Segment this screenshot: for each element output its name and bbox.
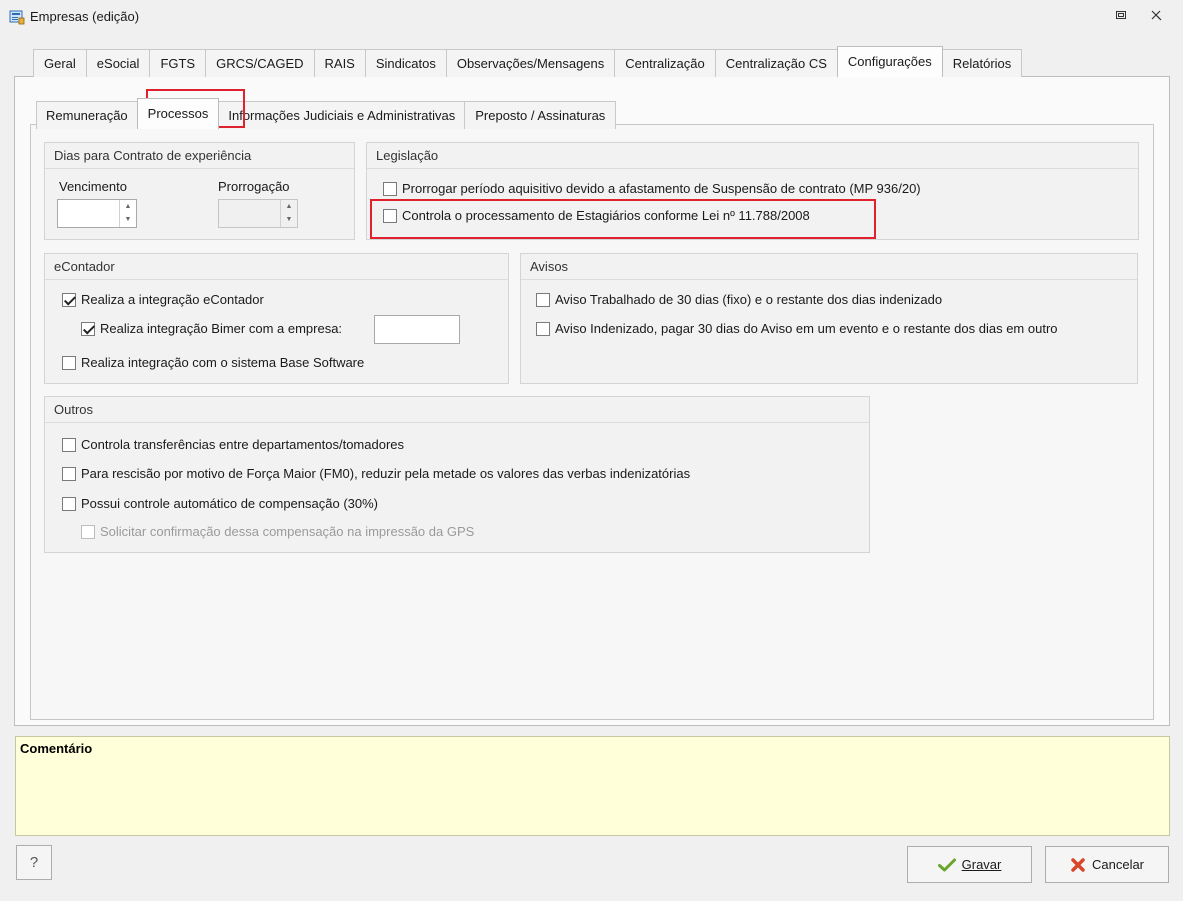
checkbox-label: Aviso Trabalhado de 30 dias (fixo) e o r… — [555, 292, 943, 307]
checkbox-box[interactable] — [383, 181, 397, 196]
cancelar-label: Cancelar — [1091, 857, 1145, 872]
checkbox-box[interactable] — [62, 292, 76, 307]
help-button[interactable]: ? — [16, 845, 52, 880]
checkbox-label: Realiza integração Bimer com a empresa: — [100, 321, 343, 336]
group-title: Dias para Contrato de experiência — [45, 143, 354, 169]
title-bar — [0, 0, 1183, 34]
group-title: eContador — [45, 254, 508, 280]
checkbox-label: Prorrogar período aquisitivo devido a af… — [402, 181, 921, 196]
tab-observacoes-mensagens[interactable]: Observações/Mensagens — [445, 49, 616, 77]
check-icon — [937, 858, 956, 872]
tab-centralizacao-cs[interactable]: Centralização CS — [714, 49, 838, 77]
tab-geral[interactable]: Geral — [33, 49, 87, 77]
tab-processos[interactable]: Processos — [136, 98, 220, 129]
checkbox-label: Controla transferências entre departamen… — [81, 437, 405, 452]
restore-icon[interactable] — [1113, 9, 1129, 25]
main-tab-bar: Geral eSocial FGTS GRCS/CAGED RAIS Sindi… — [33, 46, 1023, 77]
comment-area[interactable]: Comentário — [15, 736, 1170, 836]
checkbox-forca-maior[interactable]: Para rescisão por motivo de Força Maior … — [62, 466, 690, 481]
group-econtador: eContador Realiza a integração eContador… — [44, 253, 509, 384]
checkbox-controle-compensacao[interactable]: Possui controle automático de compensaçã… — [62, 496, 378, 511]
checkbox-box[interactable] — [62, 496, 76, 511]
checkbox-integracao-econtador[interactable]: Realiza a integração eContador — [62, 292, 264, 307]
checkbox-controla-estagiarios[interactable]: Controla o processamento de Estagiários … — [383, 208, 810, 223]
cancelar-button[interactable]: Cancelar — [1045, 846, 1169, 883]
checkbox-aviso-trabalhado[interactable]: Aviso Trabalhado de 30 dias (fixo) e o r… — [536, 292, 942, 307]
group-title: Outros — [45, 397, 869, 423]
group-dias-contrato: Dias para Contrato de experiência Vencim… — [44, 142, 355, 240]
checkbox-label: Controla o processamento de Estagiários … — [402, 208, 810, 223]
checkbox-box[interactable] — [81, 321, 95, 336]
tab-remuneracao[interactable]: Remuneração — [36, 101, 138, 129]
spinner-arrows: ▲ ▼ — [280, 200, 297, 227]
checkbox-label: Realiza a integração eContador — [81, 292, 264, 307]
tab-fgts[interactable]: FGTS — [149, 49, 207, 77]
checkbox-label: Possui controle automático de compensaçã… — [81, 496, 378, 511]
cancel-x-icon — [1070, 857, 1086, 873]
gravar-button[interactable]: Gravar — [907, 846, 1032, 883]
tab-informacoes-judiciais[interactable]: Informações Judiciais e Administrativas — [218, 101, 466, 129]
vencimento-spinner[interactable]: ▲ ▼ — [57, 199, 137, 228]
tab-sindicatos[interactable]: Sindicatos — [364, 49, 447, 77]
close-icon[interactable] — [1148, 9, 1164, 25]
checkbox-box[interactable] — [62, 437, 76, 452]
window-title: Empresas (edição) — [30, 9, 140, 24]
checkbox-aviso-indenizado[interactable]: Aviso Indenizado, pagar 30 dias do Aviso… — [536, 321, 1058, 336]
checkbox-integracao-base-software[interactable]: Realiza integração com o sistema Base So… — [62, 355, 364, 370]
checkbox-confirmacao-gps: Solicitar confirmação dessa compensação … — [81, 524, 474, 539]
checkbox-box — [81, 524, 95, 539]
checkbox-label: Para rescisão por motivo de Força Maior … — [81, 466, 691, 481]
checkbox-label: Solicitar confirmação dessa compensação … — [100, 524, 475, 539]
checkbox-label: Aviso Indenizado, pagar 30 dias do Aviso… — [555, 321, 1058, 336]
group-outros: Outros Controla transferências entre dep… — [44, 396, 870, 553]
group-title: Legislação — [367, 143, 1138, 169]
tab-esocial[interactable]: eSocial — [85, 49, 151, 77]
checkbox-transferencias-departamentos[interactable]: Controla transferências entre departamen… — [62, 437, 404, 452]
group-legislacao: Legislação Prorrogar período aquisitivo … — [366, 142, 1139, 240]
checkbox-prorrogar-periodo[interactable]: Prorrogar período aquisitivo devido a af… — [383, 181, 921, 196]
tab-relatorios[interactable]: Relatórios — [941, 49, 1023, 77]
spinner-arrows[interactable]: ▲ ▼ — [119, 200, 136, 227]
group-avisos: Avisos Aviso Trabalhado de 30 dias (fixo… — [520, 253, 1138, 384]
checkbox-label: Realiza integração com o sistema Base So… — [81, 355, 365, 370]
prorrogacao-label: Prorrogação — [218, 179, 290, 194]
checkbox-box[interactable] — [536, 292, 550, 307]
checkbox-box[interactable] — [536, 321, 550, 336]
sub-tab-bar: Remuneração Processos Informações Judici… — [36, 98, 617, 129]
bimer-empresa-input[interactable] — [374, 315, 460, 344]
tab-preposto-assinaturas[interactable]: Preposto / Assinaturas — [464, 101, 617, 129]
prorrogacao-spinner: ▲ ▼ — [218, 199, 298, 228]
tab-rais[interactable]: RAIS — [313, 49, 366, 77]
gravar-label: Gravar — [961, 857, 1002, 872]
checkbox-integracao-bimer[interactable]: Realiza integração Bimer com a empresa: — [81, 321, 342, 336]
vencimento-label: Vencimento — [59, 179, 127, 194]
comment-title: Comentário — [20, 741, 93, 756]
checkbox-box[interactable] — [62, 355, 76, 370]
checkbox-box[interactable] — [62, 466, 76, 481]
tab-centralizacao[interactable]: Centralização — [614, 49, 716, 77]
checkbox-box[interactable] — [383, 208, 397, 223]
tab-grcs-caged[interactable]: GRCS/CAGED — [205, 49, 315, 77]
tab-configuracoes[interactable]: Configurações — [836, 46, 943, 77]
group-title: Avisos — [521, 254, 1137, 280]
app-icon — [9, 9, 25, 25]
